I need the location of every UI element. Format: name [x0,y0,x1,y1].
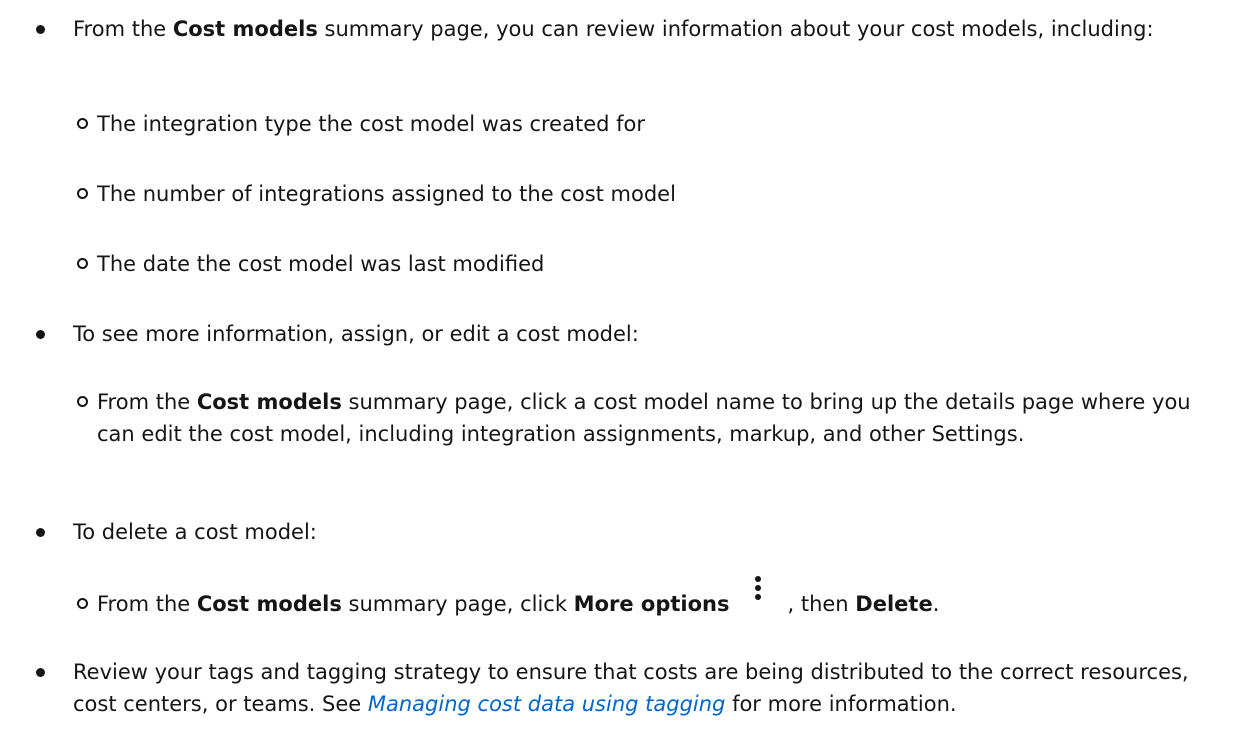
list-item-text: From the Cost models summary page, click… [97,390,1191,446]
list-item-text: From the Cost models summary page, click… [97,576,1192,620]
ui-term: Cost models [172,17,318,41]
list-item-text: Review your tags and tagging strategy to… [73,660,1189,716]
ui-term: More options [573,592,730,616]
kebab-vertical-icon [729,576,787,620]
list-item-text: From the Cost models summary page, you c… [73,17,1154,41]
ui-term: Delete [855,592,933,616]
document-body: From the Cost models summary page, you c… [0,0,1245,751]
ui-term: Cost models [196,592,342,616]
ui-term: Cost models [196,390,342,414]
tagging-doc-link[interactable]: Managing cost data using tagging [368,692,726,716]
